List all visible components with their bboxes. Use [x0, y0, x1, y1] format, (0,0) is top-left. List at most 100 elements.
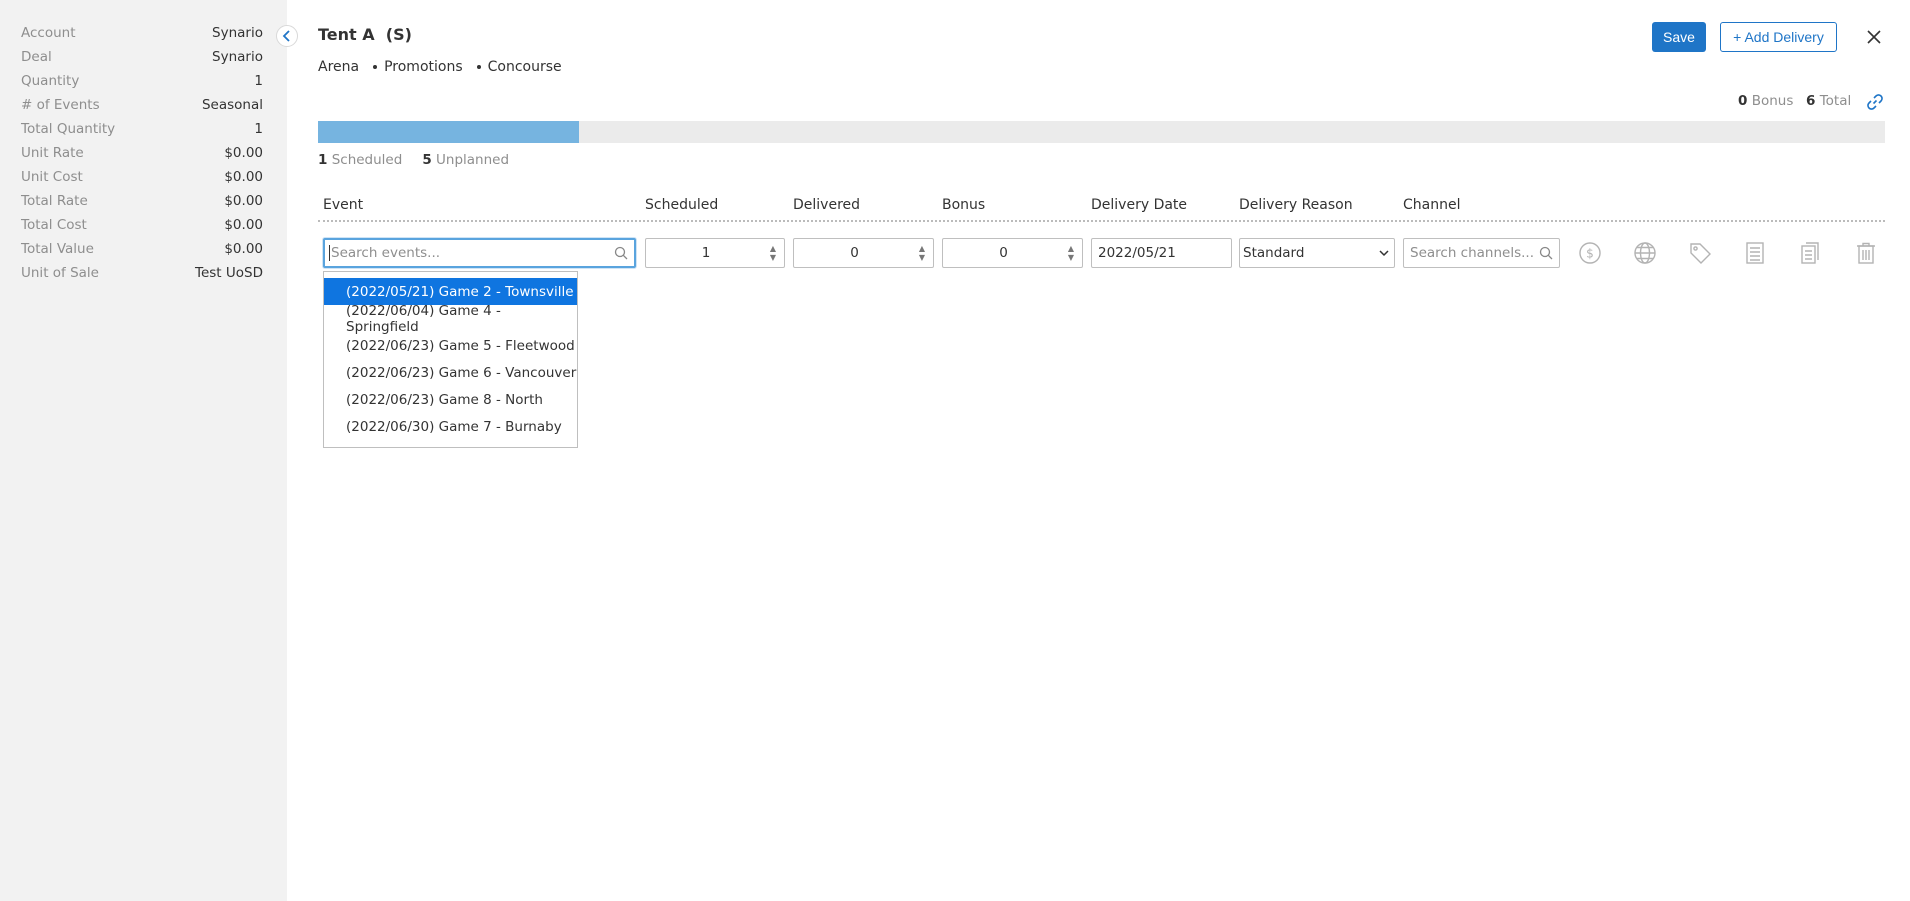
column-header-scheduled: Scheduled [645, 197, 719, 213]
sidebar-label: Unit Cost [21, 169, 83, 185]
details-sidebar: Account Synario Deal Synario Quantity 1 … [0, 0, 287, 901]
svg-text:$: $ [1586, 247, 1594, 261]
stepper-arrows-icon[interactable]: ▲ ▼ [1064, 244, 1078, 262]
sidebar-value: $0.00 [224, 193, 263, 209]
header-divider [318, 220, 1885, 222]
breadcrumb-item: Promotions [384, 59, 463, 75]
sidebar-label: # of Events [21, 97, 100, 113]
channel-search-input[interactable]: Search channels... [1403, 238, 1560, 268]
scheduled-count: 1 Scheduled [318, 152, 403, 168]
tag-button[interactable] [1688, 241, 1712, 265]
globe-icon [1634, 242, 1656, 264]
sidebar-row-account: Account Synario [21, 23, 263, 43]
total-count: 6 [1806, 93, 1816, 109]
column-header-delivery-reason: Delivery Reason [1239, 197, 1353, 213]
bonus-value: 0 [999, 245, 1008, 261]
sidebar-label: Total Cost [21, 217, 87, 233]
scheduled-value: 1 [701, 245, 711, 261]
sidebar-row-quantity: Quantity 1 [21, 71, 263, 91]
sidebar-row-total-quantity: Total Quantity 1 [21, 119, 263, 139]
delivery-date-value: 2022/05/21 [1098, 245, 1176, 261]
schedule-progress-bar [318, 121, 1885, 143]
sidebar-row-deal: Deal Synario [21, 47, 263, 67]
delivery-date-input[interactable]: 2022/05/21 [1091, 238, 1232, 268]
save-button[interactable]: Save [1652, 22, 1706, 52]
sidebar-row-unit-rate: Unit Rate $0.00 [21, 143, 263, 163]
copy-button[interactable] [1798, 241, 1822, 265]
event-option[interactable]: (2022/06/23) Game 5 - Fleetwood [324, 332, 577, 359]
delivery-reason-select[interactable]: Standard [1239, 238, 1395, 268]
link-icon [1867, 94, 1883, 110]
unplanned-count: 5 Unplanned [422, 152, 510, 168]
bonus-count: 0 [1738, 93, 1748, 109]
event-option[interactable]: (2022/06/23) Game 6 - Vancouver [324, 359, 577, 386]
sidebar-row-num-events: # of Events Seasonal [21, 95, 263, 115]
sidebar-row-total-value: Total Value $0.00 [21, 239, 263, 259]
close-button[interactable] [1864, 27, 1884, 47]
event-search-input[interactable]: Search events... [323, 238, 636, 268]
event-search-placeholder: Search events... [331, 245, 441, 261]
link-button[interactable] [1866, 93, 1884, 111]
search-icon [1539, 246, 1553, 260]
sidebar-value: 1 [254, 121, 263, 137]
sidebar-label: Unit Rate [21, 145, 84, 161]
delivered-value: 0 [850, 245, 859, 261]
sidebar-row-unit-of-sale: Unit of Sale Test UoSD [21, 263, 263, 283]
column-header-delivery-date: Delivery Date [1091, 197, 1188, 213]
breadcrumb: Arena Promotions Concourse [318, 59, 562, 75]
progress-fill [318, 121, 580, 143]
breadcrumb-item: Concourse [487, 59, 562, 75]
total-label: Total [1819, 93, 1852, 109]
event-options-dropdown: (2022/05/21) Game 2 - Townsville (2022/0… [323, 271, 578, 448]
sidebar-label: Total Quantity [21, 121, 116, 137]
delivered-stepper[interactable]: 0 ▲ ▼ [793, 238, 934, 268]
add-delivery-button[interactable]: + Add Delivery [1720, 22, 1837, 52]
chevron-left-icon [282, 30, 290, 42]
trash-icon [1857, 242, 1875, 264]
event-option[interactable]: (2022/05/21) Game 2 - Townsville [324, 278, 577, 305]
sidebar-row-total-rate: Total Rate $0.00 [21, 191, 263, 211]
event-option[interactable]: (2022/06/23) Game 8 - North [324, 386, 577, 413]
copy-icon [1801, 242, 1819, 264]
sidebar-label: Total Value [21, 241, 94, 257]
rate-button[interactable]: $ [1578, 241, 1602, 265]
notes-button[interactable] [1743, 241, 1767, 265]
sidebar-value: $0.00 [224, 145, 263, 161]
sidebar-value: 1 [254, 73, 263, 89]
page-title: Tent A (S) [318, 25, 412, 44]
sidebar-row-unit-cost: Unit Cost $0.00 [21, 167, 263, 187]
web-button[interactable] [1633, 241, 1657, 265]
collapse-sidebar-button[interactable] [276, 25, 298, 47]
sidebar-value: $0.00 [224, 241, 263, 257]
delete-button[interactable] [1854, 241, 1878, 265]
event-option[interactable]: (2022/06/04) Game 4 - Springfield [324, 303, 577, 335]
sidebar-value: Synario [212, 25, 263, 41]
event-option[interactable]: (2022/06/30) Game 7 - Burnaby [324, 413, 577, 440]
bonus-total: 0 Bonus [1738, 93, 1793, 109]
document-lines-icon [1746, 242, 1764, 264]
breadcrumb-separator [373, 65, 378, 69]
schedule-counts: 1 Scheduled 5 Unplanned [318, 152, 509, 168]
channel-search-placeholder: Search channels... [1410, 245, 1534, 261]
column-header-channel: Channel [1403, 197, 1461, 213]
sidebar-value: Seasonal [201, 97, 263, 113]
search-icon [614, 246, 628, 260]
sidebar-label: Deal [21, 49, 52, 65]
sidebar-value: $0.00 [224, 169, 263, 185]
dollar-icon: $ [1579, 242, 1601, 264]
bonus-stepper[interactable]: 0 ▲ ▼ [942, 238, 1083, 268]
stepper-arrows-icon[interactable]: ▲ ▼ [766, 244, 780, 262]
column-header-event: Event [323, 197, 364, 213]
sidebar-label: Account [21, 25, 76, 41]
sidebar-row-total-cost: Total Cost $0.00 [21, 215, 263, 235]
scheduled-stepper[interactable]: 1 ▲ ▼ [645, 238, 785, 268]
close-icon [1867, 30, 1881, 44]
sidebar-value: Synario [212, 49, 263, 65]
sidebar-value: $0.00 [224, 217, 263, 233]
breadcrumb-separator [476, 65, 481, 69]
grand-total: 6 Total [1806, 93, 1851, 109]
stepper-arrows-icon[interactable]: ▲ ▼ [915, 244, 929, 262]
column-header-bonus: Bonus [942, 197, 986, 213]
sidebar-label: Total Rate [21, 193, 88, 209]
chevron-down-icon [1379, 250, 1389, 257]
